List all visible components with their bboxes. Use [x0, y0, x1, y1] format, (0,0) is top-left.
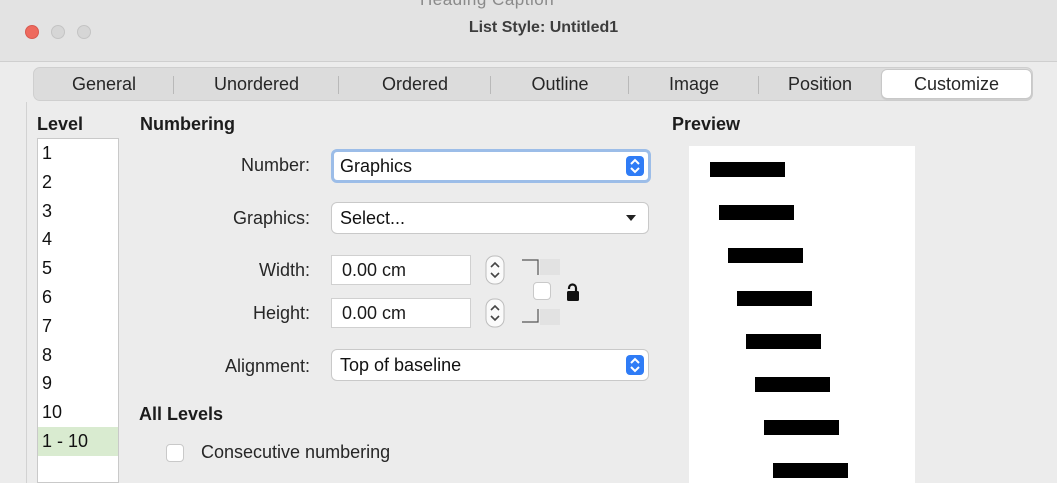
level-heading: Level	[37, 114, 84, 134]
stepper-icon	[485, 255, 505, 285]
level-item[interactable]: 8	[38, 341, 118, 370]
preview-level-bar	[755, 377, 830, 392]
level-list[interactable]: 1 2 3 4 5 6 7 8 9 10 1 - 10	[37, 138, 119, 483]
title-bar: Heading Caption List Style: Untitled1	[0, 0, 1057, 62]
height-field[interactable]: 0.00 cm	[331, 298, 471, 328]
height-label: Height:	[252, 303, 310, 323]
updown-chevrons-icon	[626, 156, 644, 176]
tab-unordered[interactable]: Unordered	[174, 68, 339, 100]
preview-heading: Preview	[672, 114, 741, 134]
keep-ratio-checkbox[interactable]	[533, 282, 551, 300]
alignment-select-value: Top of baseline	[340, 354, 462, 375]
height-value: 0.00 cm	[342, 302, 407, 323]
level-item[interactable]: 10	[38, 398, 118, 427]
level-item[interactable]: 9	[38, 369, 118, 398]
tab-label: Image	[668, 73, 720, 94]
list-style-dialog: Heading Caption List Style: Untitled1 Ge…	[0, 0, 1057, 483]
tab-label: Unordered	[213, 73, 300, 94]
number-label: Number:	[240, 155, 310, 175]
unlocked-padlock-icon	[566, 283, 582, 303]
level-item[interactable]: 3	[38, 197, 118, 226]
tab-image[interactable]: Image	[629, 68, 759, 100]
alignment-select[interactable]: Top of baseline	[331, 349, 649, 381]
numbering-heading: Numbering	[140, 114, 236, 134]
tab-label: Ordered	[381, 73, 449, 94]
window-title: List Style: Untitled1	[468, 19, 619, 36]
tab-bar: General Unordered Ordered Outline Image …	[33, 67, 1033, 101]
preview-level-bar	[764, 420, 839, 435]
tab-ordered[interactable]: Ordered	[339, 68, 491, 100]
consecutive-numbering-label[interactable]: Consecutive numbering	[201, 442, 390, 463]
level-item[interactable]: 1	[38, 139, 118, 168]
tab-position[interactable]: Position	[759, 68, 881, 100]
width-label: Width:	[258, 260, 310, 280]
consecutive-numbering-checkbox[interactable]	[166, 444, 184, 462]
preview-level-bar	[746, 334, 821, 349]
alignment-label: Alignment:	[224, 356, 310, 376]
dropdown-caret-icon	[626, 215, 636, 221]
graphics-select-value: Select...	[340, 207, 406, 228]
all-levels-heading: All Levels	[139, 404, 224, 424]
level-item-selected[interactable]: 1 - 10	[38, 426, 118, 456]
number-select-value: Graphics	[340, 155, 413, 176]
tab-outline[interactable]: Outline	[491, 68, 629, 100]
tab-label: Outline	[531, 73, 589, 94]
tab-label: General	[71, 73, 137, 94]
tab-label: Position	[787, 73, 853, 94]
preview-level-bar	[773, 463, 848, 478]
preview-level-bar	[719, 205, 794, 220]
height-stepper[interactable]	[484, 298, 506, 328]
tab-general[interactable]: General	[34, 68, 174, 100]
preview-level-bar	[710, 162, 785, 177]
level-item[interactable]: 5	[38, 254, 118, 283]
tab-label: Customize	[913, 73, 1000, 94]
level-item[interactable]: 6	[38, 283, 118, 312]
number-select[interactable]: Graphics	[331, 149, 651, 183]
level-item[interactable]: 2	[38, 168, 118, 197]
preview-pane	[689, 146, 915, 483]
level-item[interactable]: 4	[38, 225, 118, 254]
level-item[interactable]: 7	[38, 312, 118, 341]
stepper-icon	[485, 298, 505, 328]
width-field[interactable]: 0.00 cm	[331, 255, 471, 285]
width-stepper[interactable]	[484, 255, 506, 285]
preview-level-bar	[737, 291, 812, 306]
updown-chevrons-icon	[626, 355, 644, 375]
tab-customize[interactable]: Customize	[881, 69, 1032, 99]
preview-level-bar	[728, 248, 803, 263]
width-value: 0.00 cm	[342, 259, 407, 280]
graphics-label: Graphics:	[232, 208, 310, 228]
background-window-text: Heading Caption	[420, 0, 554, 10]
graphics-select[interactable]: Select...	[331, 202, 649, 234]
